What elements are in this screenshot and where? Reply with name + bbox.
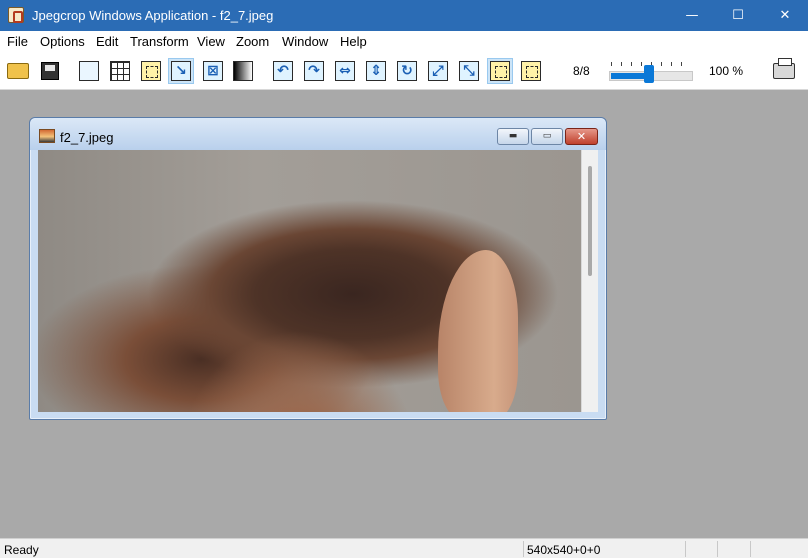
grid-icon (110, 61, 130, 81)
open-button[interactable] (5, 58, 31, 84)
image-child-window[interactable]: f2_7.jpeg ▬ ▭ ✕ (29, 117, 607, 420)
print-icon (773, 58, 795, 79)
rotate-left-button[interactable]: ↶ (270, 58, 296, 84)
jpegcrop-icon[interactable] (8, 7, 24, 23)
rotate-right-button[interactable]: ↷ (301, 58, 327, 84)
transverse-icon: ⤡ (459, 61, 479, 81)
photo-face (438, 250, 518, 412)
menu-file[interactable]: File (7, 34, 28, 49)
menu-view[interactable]: View (197, 34, 225, 49)
gradient-icon (233, 61, 253, 81)
close-button[interactable]: ✕ (762, 0, 808, 31)
grid-button[interactable] (107, 58, 133, 84)
transverse-button[interactable]: ⤡ (456, 58, 482, 84)
rotate-right-icon: ↷ (304, 61, 324, 81)
scrollbar-thumb[interactable] (588, 166, 592, 276)
crop-box-button[interactable]: ⊠ (200, 58, 226, 84)
menu-window[interactable]: Window (282, 34, 328, 49)
save-disk-icon (41, 62, 59, 80)
zoom-readout: 100 % (709, 64, 744, 78)
copy-icon (79, 61, 99, 81)
crop-selection-icon (141, 61, 161, 81)
rotate-left-icon: ↶ (273, 61, 293, 81)
save-button[interactable] (37, 58, 63, 84)
menu-transform[interactable]: Transform (130, 34, 189, 49)
selection-dashed-alt-button[interactable] (518, 58, 544, 84)
crop-selection-button[interactable] (138, 58, 164, 84)
fit-crop-icon: ↘ (171, 61, 191, 81)
status-separator (717, 541, 718, 557)
minimize-button[interactable]: — (669, 0, 715, 31)
copy-button[interactable] (76, 58, 102, 84)
flip-horizontal-button[interactable]: ⇔ (332, 58, 358, 84)
status-text: Ready (4, 543, 39, 557)
transpose-icon: ⤢ (428, 61, 448, 81)
child-window-title: f2_7.jpeg (60, 130, 114, 145)
gradient-button[interactable] (230, 58, 256, 84)
selection-dashed-button[interactable] (487, 58, 513, 84)
image-file-icon (39, 129, 55, 143)
slider-thumb[interactable] (644, 65, 654, 83)
status-separator (523, 541, 524, 557)
selection-dashed-icon (490, 61, 510, 81)
rotate-90-icon: ↻ (397, 61, 417, 81)
child-minimize-button[interactable]: ▬ (497, 128, 529, 145)
print-button[interactable] (771, 58, 797, 84)
fit-crop-button[interactable]: ↘ (168, 58, 194, 84)
child-maximize-button[interactable]: ▭ (531, 128, 563, 145)
vertical-scrollbar[interactable] (581, 150, 598, 412)
window-title: Jpegcrop Windows Application - f2_7.jpeg (32, 8, 274, 23)
status-bar: Ready 540x540+0+0 (0, 538, 808, 558)
zoom-slider[interactable] (609, 62, 693, 84)
open-folder-icon (7, 63, 29, 79)
title-bar[interactable]: Jpegcrop Windows Application - f2_7.jpeg… (0, 0, 808, 31)
flip-vertical-button[interactable]: ⇕ (363, 58, 389, 84)
menu-help[interactable]: Help (340, 34, 367, 49)
crop-box-icon: ⊠ (203, 61, 223, 81)
menu-edit[interactable]: Edit (96, 34, 118, 49)
status-separator (750, 541, 751, 557)
image-dimensions: 540x540+0+0 (527, 543, 601, 557)
image-canvas[interactable] (38, 150, 581, 412)
selection-dashed-alt-icon (521, 61, 541, 81)
status-separator (685, 541, 686, 557)
menu-options[interactable]: Options (40, 34, 85, 49)
transpose-button[interactable]: ⤢ (425, 58, 451, 84)
flip-vertical-icon: ⇕ (366, 61, 386, 81)
menu-bar: File Options Edit Transform View Zoom Wi… (0, 31, 808, 52)
rotate-90-button[interactable]: ↻ (394, 58, 420, 84)
menu-zoom[interactable]: Zoom (236, 34, 269, 49)
maximize-button[interactable]: ☐ (715, 0, 761, 31)
page-counter: 8/8 (573, 64, 590, 78)
child-close-button[interactable]: ✕ (565, 128, 598, 145)
flip-horizontal-icon: ⇔ (335, 61, 355, 81)
child-title-bar[interactable]: f2_7.jpeg ▬ ▭ ✕ (30, 118, 606, 150)
